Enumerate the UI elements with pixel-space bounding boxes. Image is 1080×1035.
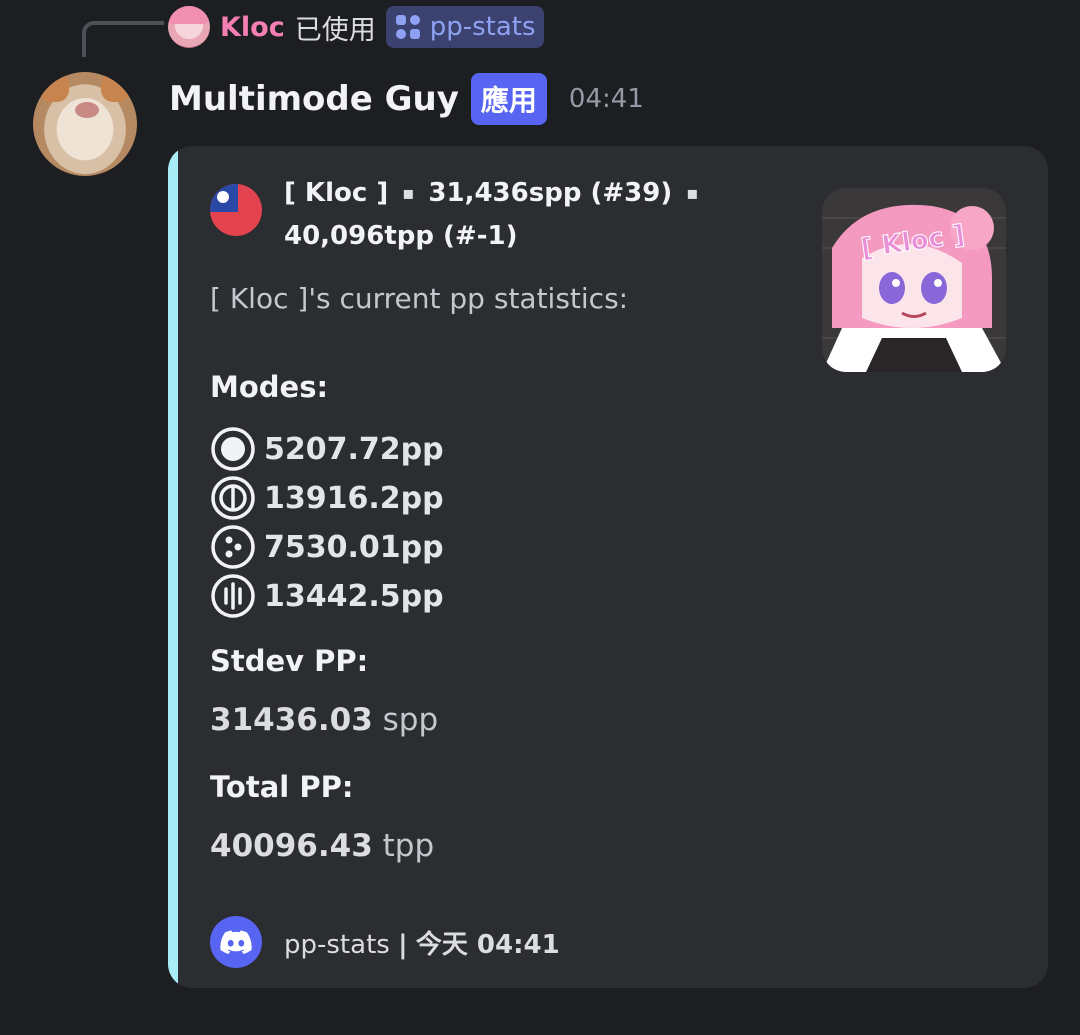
message-header: Multimode Guy 應用 04:41 (169, 72, 644, 126)
stdev-value-line: 31436.03 spp (210, 702, 438, 738)
mode-row-mania: 13442.5pp (210, 573, 444, 619)
discord-icon (210, 916, 262, 968)
reply-user-avatar[interactable] (168, 6, 210, 48)
total-value: 40096.43 (210, 828, 373, 864)
discord-message: Kloc 已使用 pp-stats Multimode Guy 應用 04:41… (0, 0, 1080, 1035)
modes-title: Modes: (210, 370, 329, 404)
embed-author-spp: 31,436spp (#39) (428, 178, 673, 208)
stats-embed: [ Kloc ] ▪ 31,436spp (#39) ▪ 40,096tpp (#-1… (168, 146, 1048, 988)
embed-footer-text: pp-stats | 今天 04:41 (284, 924, 560, 961)
anime-avatar-image: [ Kloc ] (822, 188, 1006, 372)
reply-action-text: 已使用 (294, 14, 376, 46)
command-pill[interactable]: pp-stats (385, 6, 544, 48)
author-name[interactable]: Multimode Guy (169, 79, 459, 119)
slash-command-icon (395, 15, 420, 39)
embed-author-name: [ Kloc ] (284, 178, 389, 208)
author-avatar[interactable] (33, 72, 137, 176)
total-value-line: 40096.43 tpp (210, 828, 434, 864)
mode-value: 13916.2pp (264, 480, 444, 516)
footer-app-name: pp-stats (284, 929, 390, 960)
embed-author[interactable]: [ Kloc ] ▪ 31,436spp (#39) ▪ 40,096tpp (#-1… (284, 172, 724, 257)
mode-value: 7530.01pp (264, 529, 444, 565)
footer-separator: | (398, 929, 408, 960)
message-timestamp[interactable]: 04:41 (569, 84, 644, 114)
separator: ▪ (686, 182, 699, 204)
stdev-title: Stdev PP: (210, 644, 369, 678)
mode-row-standard: 5207.72pp (210, 426, 444, 472)
embed-thumbnail[interactable]: [ Kloc ] (822, 188, 1006, 372)
mode-row-catch: 7530.01pp (210, 524, 444, 570)
app-badge: 應用 (470, 73, 547, 125)
osu-mania-icon (211, 574, 255, 618)
mode-value: 5207.72pp (264, 431, 444, 467)
embed-author-tpp: 40,096tpp (#-1) (284, 220, 518, 251)
total-unit: tpp (382, 828, 435, 864)
taiwan-flag-icon (210, 184, 262, 236)
stdev-value: 31436.03 (210, 702, 373, 738)
embed-description: [ Kloc ]'s current pp statistics: (210, 282, 629, 315)
reply-context[interactable]: Kloc 已使用 pp-stats (168, 3, 544, 51)
mode-row-taiko: 13916.2pp (210, 475, 444, 521)
osu-standard-icon (211, 427, 255, 471)
embed-accent-bar (168, 146, 178, 988)
separator: ▪ (402, 182, 415, 204)
osu-catch-icon (211, 525, 255, 569)
osu-taiko-icon (211, 476, 255, 520)
command-name: pp-stats (429, 12, 536, 42)
embed-footer: pp-stats | 今天 04:41 (210, 916, 560, 968)
reply-connector-line (82, 21, 164, 57)
reply-username[interactable]: Kloc (220, 12, 285, 43)
mode-value: 13442.5pp (264, 578, 444, 614)
footer-time: 今天 04:41 (415, 929, 560, 960)
stdev-unit: spp (382, 702, 439, 738)
total-title: Total PP: (210, 770, 354, 804)
